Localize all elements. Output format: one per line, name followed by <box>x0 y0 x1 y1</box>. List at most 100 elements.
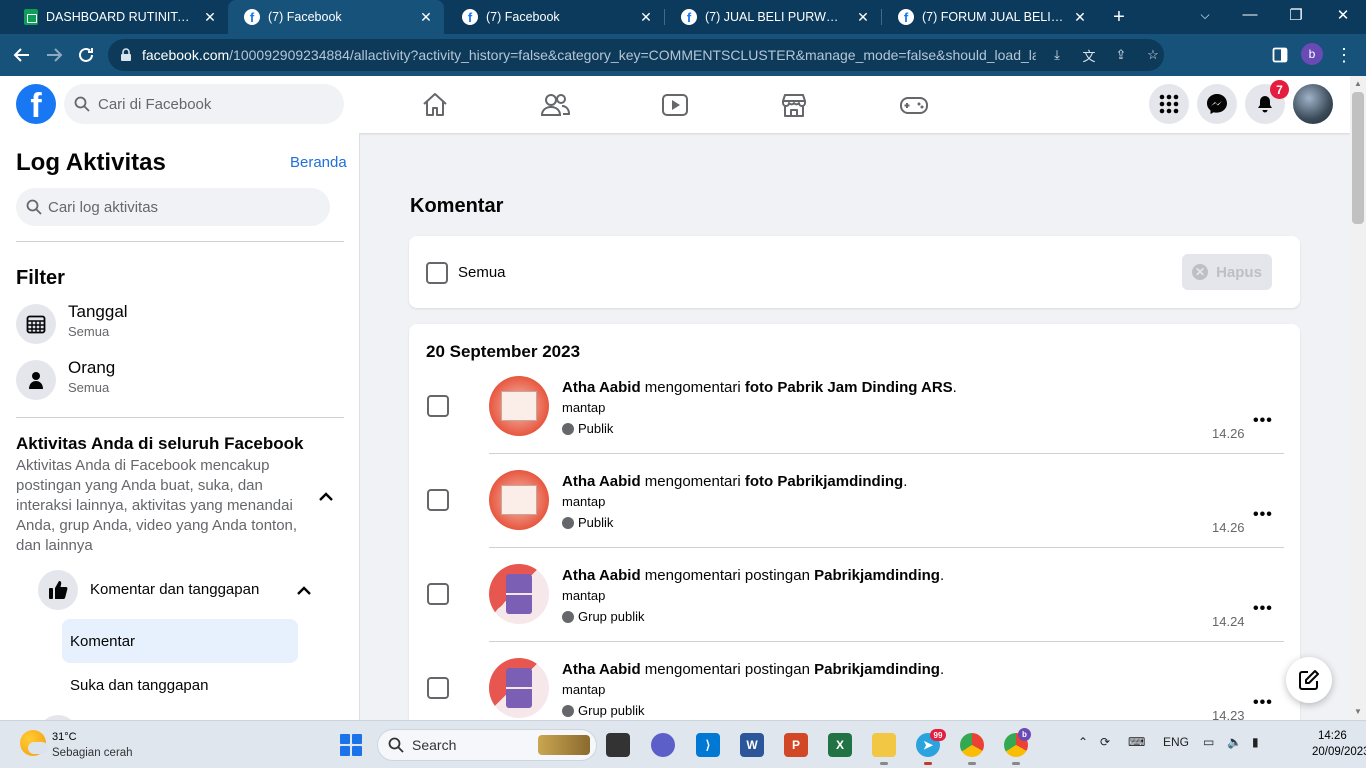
chevron-up-icon[interactable]: ⌃ <box>1078 735 1088 749</box>
browser-tab-jual-beli-purwokerto[interactable]: f (7) JUAL BELI PURWOKERTO ✕ <box>665 0 881 34</box>
chevron-up-icon[interactable] <box>294 582 314 600</box>
menu-grid-button[interactable] <box>1149 84 1189 124</box>
task-view-icon[interactable] <box>606 733 630 757</box>
sync-icon[interactable]: ⟳ <box>1100 735 1110 749</box>
delete-button[interactable]: ✕ Hapus <box>1182 254 1272 290</box>
facebook-logo[interactable]: f <box>16 84 56 124</box>
vscode-icon[interactable]: ⟩ <box>696 733 720 757</box>
language-indicator[interactable]: ENG <box>1163 735 1189 749</box>
more-options-icon[interactable]: ••• <box>1253 600 1273 618</box>
list-item[interactable]: Atha Aabid mengomentari postingan Pabrik… <box>409 564 1300 658</box>
excel-icon[interactable]: X <box>828 733 852 757</box>
item-checkbox[interactable] <box>427 583 449 605</box>
browser-menu-icon[interactable]: ⋮ <box>1331 42 1357 68</box>
item-thumbnail[interactable] <box>489 470 549 530</box>
weather-description[interactable]: Sebagian cerah <box>52 747 133 759</box>
new-message-button[interactable] <box>1286 657 1332 703</box>
sidebar-item-komentar[interactable]: Komentar <box>62 619 298 663</box>
battery-icon[interactable]: ▮ <box>1252 735 1259 749</box>
minimize-button[interactable]: — <box>1240 6 1260 23</box>
chrome-icon[interactable] <box>960 733 984 757</box>
comment-text: mantap <box>562 588 606 603</box>
browser-profile-avatar[interactable]: b <box>1301 43 1323 65</box>
weather-temperature[interactable]: 31°C <box>52 731 77 743</box>
taskbar-search[interactable]: Search <box>377 729 597 761</box>
lock-icon[interactable] <box>120 48 132 62</box>
powerpoint-icon[interactable]: P <box>784 733 808 757</box>
teams-chat-icon[interactable] <box>651 733 675 757</box>
address-bar[interactable]: facebook.com/100092909234884/allactivity… <box>108 39 1164 71</box>
browser-tab-dashboard[interactable]: DASHBOARD RUTINITAS HARIAN ✕ <box>8 0 228 34</box>
new-tab-button[interactable]: + <box>1108 6 1130 29</box>
chevron-up-icon[interactable] <box>314 487 338 507</box>
scroll-up-arrow-icon[interactable]: ▲ <box>1354 79 1362 88</box>
side-panel-button[interactable] <box>1267 42 1293 68</box>
forward-button[interactable] <box>41 42 67 68</box>
more-options-icon[interactable]: ••• <box>1253 506 1273 524</box>
back-button[interactable] <box>9 42 35 68</box>
item-checkbox[interactable] <box>427 677 449 699</box>
install-icon[interactable]: ⤓ <box>1046 47 1068 63</box>
clock-time[interactable]: 14:26 <box>1318 730 1347 742</box>
browser-tab-forum-jual-beli[interactable]: f (7) FORUM JUAL BELI AREA P ✕ <box>882 0 1098 34</box>
browser-tab-facebook[interactable]: f (7) Facebook ✕ <box>446 0 664 34</box>
filter-people[interactable]: Orang Semua <box>16 356 336 402</box>
select-all-checkbox[interactable] <box>426 262 448 284</box>
tab-search-chevron-icon[interactable]: ⌵ <box>1195 8 1215 23</box>
scrollbar-thumb[interactable] <box>1352 92 1364 224</box>
more-options-icon[interactable]: ••• <box>1253 694 1273 712</box>
category-comments-and-reactions[interactable]: Komentar dan tanggapan <box>38 570 338 612</box>
watch-video-icon[interactable] <box>660 90 690 120</box>
facebook-search-input[interactable] <box>98 95 318 113</box>
list-item[interactable]: Atha Aabid mengomentari foto Pabrikjamdi… <box>409 470 1300 564</box>
translate-icon[interactable]: 文 <box>1078 46 1100 65</box>
select-all-label[interactable]: Semua <box>458 264 506 281</box>
browser-tab-facebook-active[interactable]: f (7) Facebook ✕ <box>228 0 444 34</box>
item-summary[interactable]: Atha Aabid mengomentari postingan Pabrik… <box>562 567 944 584</box>
sidebar-item-likes-and-reactions[interactable]: Suka dan tanggapan <box>62 663 298 707</box>
item-thumbnail[interactable] <box>489 376 549 436</box>
url-text[interactable]: facebook.com/100092909234884/allactivity… <box>142 47 1036 63</box>
account-avatar[interactable] <box>1293 84 1333 124</box>
activity-log-search-box[interactable] <box>16 188 330 226</box>
keyboard-icon[interactable]: ⌨ <box>1128 735 1145 749</box>
volume-icon[interactable]: 🔈 <box>1227 735 1242 749</box>
list-item[interactable]: Atha Aabid mengomentari foto Pabrik Jam … <box>409 376 1300 470</box>
home-icon[interactable] <box>420 90 450 120</box>
word-icon[interactable]: W <box>740 733 764 757</box>
item-summary[interactable]: Atha Aabid mengomentari postingan Pabrik… <box>562 661 944 678</box>
tab-title: (7) JUAL BELI PURWOKERTO <box>705 10 847 24</box>
activity-log-search-input[interactable] <box>48 198 268 216</box>
home-link[interactable]: Beranda <box>290 154 347 171</box>
item-checkbox[interactable] <box>427 489 449 511</box>
scroll-down-arrow-icon[interactable]: ▼ <box>1354 707 1362 716</box>
file-explorer-icon[interactable] <box>872 733 896 757</box>
more-options-icon[interactable]: ••• <box>1253 412 1273 430</box>
divider <box>489 641 1284 642</box>
network-icon[interactable]: ▭ <box>1203 735 1214 749</box>
close-window-button[interactable]: ✕ <box>1333 6 1353 24</box>
close-icon[interactable]: ✕ <box>855 9 871 26</box>
item-thumbnail[interactable] <box>489 564 549 624</box>
weather-icon[interactable] <box>20 730 48 756</box>
filter-date[interactable]: Tanggal Semua <box>16 300 336 346</box>
close-icon[interactable]: ✕ <box>202 9 218 26</box>
item-summary[interactable]: Atha Aabid mengomentari foto Pabrik Jam … <box>562 379 957 396</box>
facebook-search-box[interactable] <box>64 84 344 124</box>
item-summary[interactable]: Atha Aabid mengomentari foto Pabrikjamdi… <box>562 473 907 490</box>
bookmark-star-icon[interactable]: ☆ <box>1142 47 1164 63</box>
messenger-button[interactable] <box>1197 84 1237 124</box>
close-icon[interactable]: ✕ <box>1072 9 1088 26</box>
restore-button[interactable]: ❐ <box>1286 6 1306 24</box>
item-checkbox[interactable] <box>427 395 449 417</box>
windows-start-icon[interactable] <box>340 734 362 756</box>
friends-icon[interactable] <box>540 90 570 120</box>
gaming-icon[interactable] <box>899 90 929 120</box>
share-icon[interactable]: ⇪ <box>1110 47 1132 63</box>
clock-date[interactable]: 20/09/2023 <box>1312 746 1366 758</box>
reload-button[interactable] <box>73 42 99 68</box>
marketplace-icon[interactable] <box>779 90 809 120</box>
item-thumbnail[interactable] <box>489 658 549 718</box>
close-icon[interactable]: ✕ <box>638 9 654 26</box>
close-icon[interactable]: ✕ <box>418 9 434 26</box>
